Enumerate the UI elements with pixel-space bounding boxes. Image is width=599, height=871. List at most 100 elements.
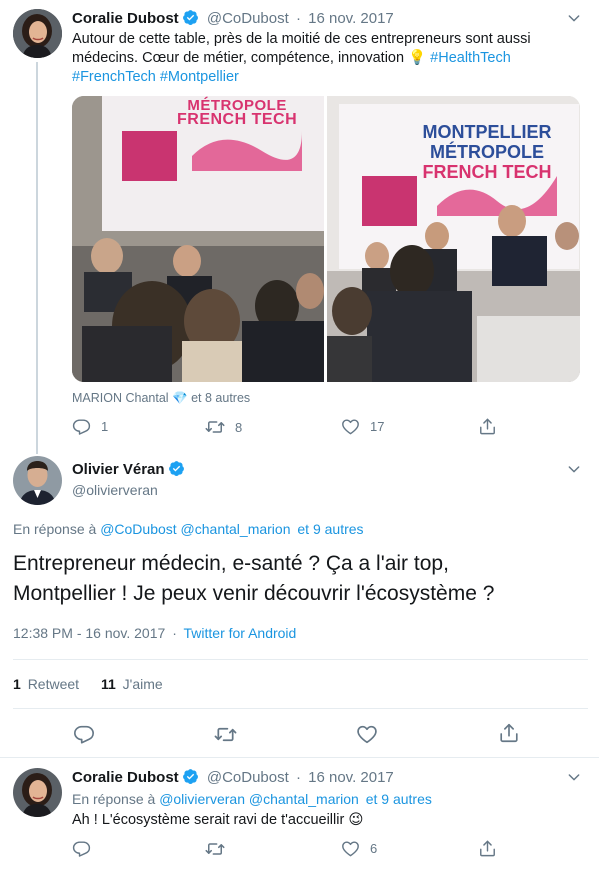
- tweet-header: Coralie Dubost @CoDubost · 16 nov. 2017: [72, 9, 394, 29]
- timestamp[interactable]: 16 nov. 2017: [308, 769, 394, 786]
- reply-context: En réponse à @CoDubost @chantal_marion e…: [13, 521, 364, 537]
- reply-context: En réponse à @olivierveran @chantal_mari…: [72, 791, 432, 807]
- retweet-stat-count: 1: [13, 676, 21, 692]
- share-icon: [478, 417, 497, 436]
- tweet-line-1: Entrepreneur médecin, e-santé ? Ça a l'a…: [13, 552, 449, 575]
- verified-badge-icon: [182, 9, 199, 26]
- tweet-meta: 12:38 PM - 16 nov. 2017 · Twitter for An…: [13, 625, 296, 641]
- avatar-image: [13, 456, 62, 505]
- like-stat-label: J'aime: [122, 676, 163, 692]
- chevron-down-icon[interactable]: [566, 461, 582, 477]
- tweet-text: Ah ! L'écosystème serait ravi de t'accue…: [72, 811, 363, 830]
- photo-2[interactable]: MONTPELLIER MÉTROPOLE FRENCH TECH: [327, 96, 580, 382]
- like-count: 17: [370, 419, 385, 434]
- handle[interactable]: @CoDubost: [207, 10, 289, 27]
- retweet-button[interactable]: [205, 839, 225, 859]
- tagged-user-name: MARION Chantal: [72, 391, 169, 405]
- separator: ·: [295, 10, 301, 27]
- wink-emoji: 😉: [348, 812, 364, 828]
- thread-line: [36, 62, 38, 454]
- divider: [13, 659, 588, 660]
- retweet-button[interactable]: [214, 723, 237, 746]
- banner-line-1: MONTPELLIER: [422, 122, 552, 142]
- handle[interactable]: @olivierveran: [72, 481, 185, 499]
- like-stat-count: 11: [100, 676, 116, 692]
- handle[interactable]: @CoDubost: [207, 769, 289, 786]
- tweet-1[interactable]: Coralie Dubost @CoDubost · 16 nov. 2017 …: [0, 0, 599, 454]
- display-name[interactable]: Olivier Véran: [72, 461, 165, 478]
- display-name[interactable]: Coralie Dubost: [72, 769, 179, 786]
- like-button[interactable]: 6: [341, 839, 377, 858]
- hashtag-healthtech[interactable]: #HealthTech: [430, 50, 511, 66]
- like-stat[interactable]: 11 J'aime: [101, 676, 163, 692]
- timestamp[interactable]: 16 nov. 2017: [308, 10, 394, 27]
- reply-count: 1: [101, 419, 109, 434]
- share-icon: [498, 722, 520, 744]
- like-count: 6: [370, 841, 378, 856]
- like-button[interactable]: 17: [341, 417, 384, 436]
- timestamp[interactable]: 12:38 PM - 16 nov. 2017: [13, 625, 165, 641]
- reply-others[interactable]: et 9 autres: [297, 521, 363, 537]
- display-name[interactable]: Coralie Dubost: [72, 10, 179, 27]
- mention-codubost[interactable]: @CoDubost: [100, 521, 176, 537]
- photo-1[interactable]: MÉTROPOLE FRENCH TECH: [72, 96, 324, 382]
- avatar-image: [13, 9, 62, 58]
- mention-olivierveran[interactable]: @olivierveran: [159, 791, 245, 807]
- share-icon: [478, 839, 497, 858]
- share-button[interactable]: [478, 839, 497, 858]
- reply-icon: [72, 839, 91, 858]
- heart-icon: [341, 417, 360, 436]
- reply-icon: [73, 723, 95, 745]
- divider: [13, 708, 588, 709]
- reply-others[interactable]: et 9 autres: [366, 791, 432, 807]
- tweet-text: Entrepreneur médecin, e-santé ? Ça a l'a…: [13, 549, 588, 609]
- hashtag-montpellier[interactable]: #Montpellier: [160, 69, 239, 85]
- reply-icon: [72, 417, 91, 436]
- tweet-stats: 1 Retweet 11 J'aime: [13, 676, 163, 692]
- separator: ·: [172, 625, 177, 641]
- banner-text: MONTPELLIER MÉTROPOLE FRENCH TECH: [407, 122, 567, 182]
- retweet-count: 8: [235, 419, 243, 435]
- tweet-line-2: Montpellier ! Je peux venir découvrir l'…: [13, 582, 495, 605]
- tweet-header: Coralie Dubost @CoDubost · 16 nov. 2017: [72, 768, 394, 788]
- avatar[interactable]: [13, 9, 62, 58]
- avatar-image: [13, 768, 62, 817]
- reply-prefix: En réponse à: [13, 521, 97, 537]
- mention-chantal-marion[interactable]: @chantal_marion: [249, 791, 359, 807]
- tweet-text: Autour de cette table, près de la moitié…: [72, 30, 577, 87]
- heart-icon: [356, 723, 378, 745]
- banner-text: MÉTROPOLE FRENCH TECH: [177, 98, 298, 128]
- tweet-body: Ah ! L'écosystème serait ravi de t'accue…: [72, 812, 349, 828]
- banner-line-2: FRENCH TECH: [177, 111, 298, 128]
- avatar[interactable]: [13, 456, 62, 505]
- share-button[interactable]: [478, 417, 497, 436]
- retweet-stat-label: Retweet: [27, 676, 80, 692]
- share-button[interactable]: [498, 722, 520, 744]
- tweet-source[interactable]: Twitter for Android: [184, 625, 297, 641]
- reply-button[interactable]: 1: [72, 417, 108, 436]
- chevron-down-icon[interactable]: [566, 10, 582, 26]
- hashtag-frenchtech[interactable]: #FrenchTech: [72, 69, 156, 85]
- like-button[interactable]: [356, 723, 378, 745]
- reply-prefix: En réponse à: [72, 791, 156, 807]
- author-block: Olivier Véran @olivierveran: [72, 460, 185, 499]
- banner-line-2: MÉTROPOLE: [429, 142, 544, 162]
- tagged-users[interactable]: MARION Chantal 💎 et 8 autres: [72, 391, 250, 406]
- heart-icon: [341, 839, 360, 858]
- retweet-icon: [205, 839, 225, 859]
- chevron-down-icon[interactable]: [566, 769, 582, 785]
- avatar[interactable]: [13, 768, 62, 817]
- retweet-stat[interactable]: 1 Retweet: [13, 676, 83, 692]
- media-grid: MÉTROPOLE FRENCH TECH MONTPELLIER MÉTROP…: [72, 96, 580, 382]
- mention-chantal-marion[interactable]: @chantal_marion: [181, 521, 291, 537]
- reply-button[interactable]: [73, 723, 95, 745]
- retweet-button[interactable]: 8: [205, 417, 242, 437]
- reply-button[interactable]: [72, 839, 91, 858]
- photo-1-image: [72, 96, 324, 382]
- verified-badge-icon: [182, 768, 199, 785]
- banner-line-3: FRENCH TECH: [422, 162, 552, 182]
- tweet-3[interactable]: Coralie Dubost @CoDubost · 16 nov. 2017 …: [0, 758, 599, 871]
- verified-badge-icon: [168, 460, 185, 477]
- diamond-emoji: 💎: [172, 391, 188, 405]
- lightbulb-emoji: 💡: [408, 50, 427, 66]
